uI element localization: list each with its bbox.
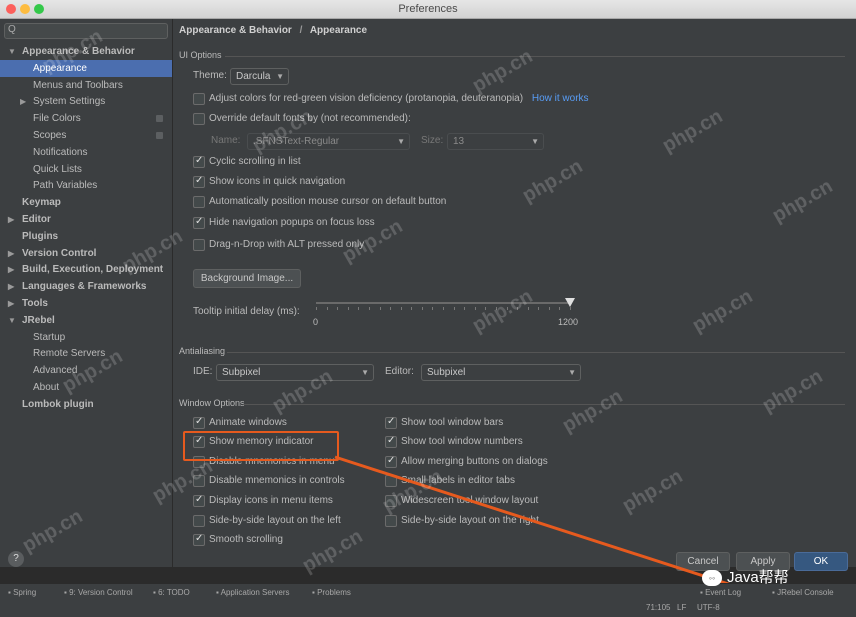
tool-window-spring[interactable]: ▪ Spring — [8, 588, 36, 597]
tool-window-6-todo[interactable]: ▪ 6: TODO — [153, 588, 190, 597]
ide-status-bar: ▪ Spring ▪ 9: Version Control ▪ 6: TODO ▪ A… — [0, 583, 856, 617]
tool-window-9-version-control[interactable]: ▪ 9: Version Control — [64, 588, 133, 597]
brand-name: Java帮帮 — [727, 569, 789, 586]
line-separator[interactable]: LF — [677, 603, 686, 612]
tool-window-label: Application Servers — [220, 588, 290, 597]
tool-window-label: 9: Version Control — [69, 588, 133, 597]
annotation-arrow — [334, 455, 788, 606]
tool-window-label: Problems — [317, 588, 351, 597]
tool-window-label: Event Log — [705, 588, 742, 597]
tool-window-event-log[interactable]: ▪ Event Log — [700, 588, 741, 597]
tool-window-application-servers[interactable]: ▪ Application Servers — [216, 588, 290, 597]
file-encoding[interactable]: UTF-8 — [697, 603, 720, 612]
tool-window-jrebel-console[interactable]: ▪ JRebel Console — [772, 588, 834, 597]
chat-bubble-icon: ◦◦ — [702, 570, 722, 587]
tool-window-label: JRebel Console — [777, 588, 834, 597]
caret-position[interactable]: 71:105 — [646, 603, 670, 612]
tool-window-label: Spring — [13, 588, 37, 597]
tool-window-problems[interactable]: ▪ Problems — [312, 588, 351, 597]
tool-window-label: 6: TODO — [158, 588, 190, 597]
brand-logo: ◦◦ Java帮帮 — [702, 566, 789, 587]
